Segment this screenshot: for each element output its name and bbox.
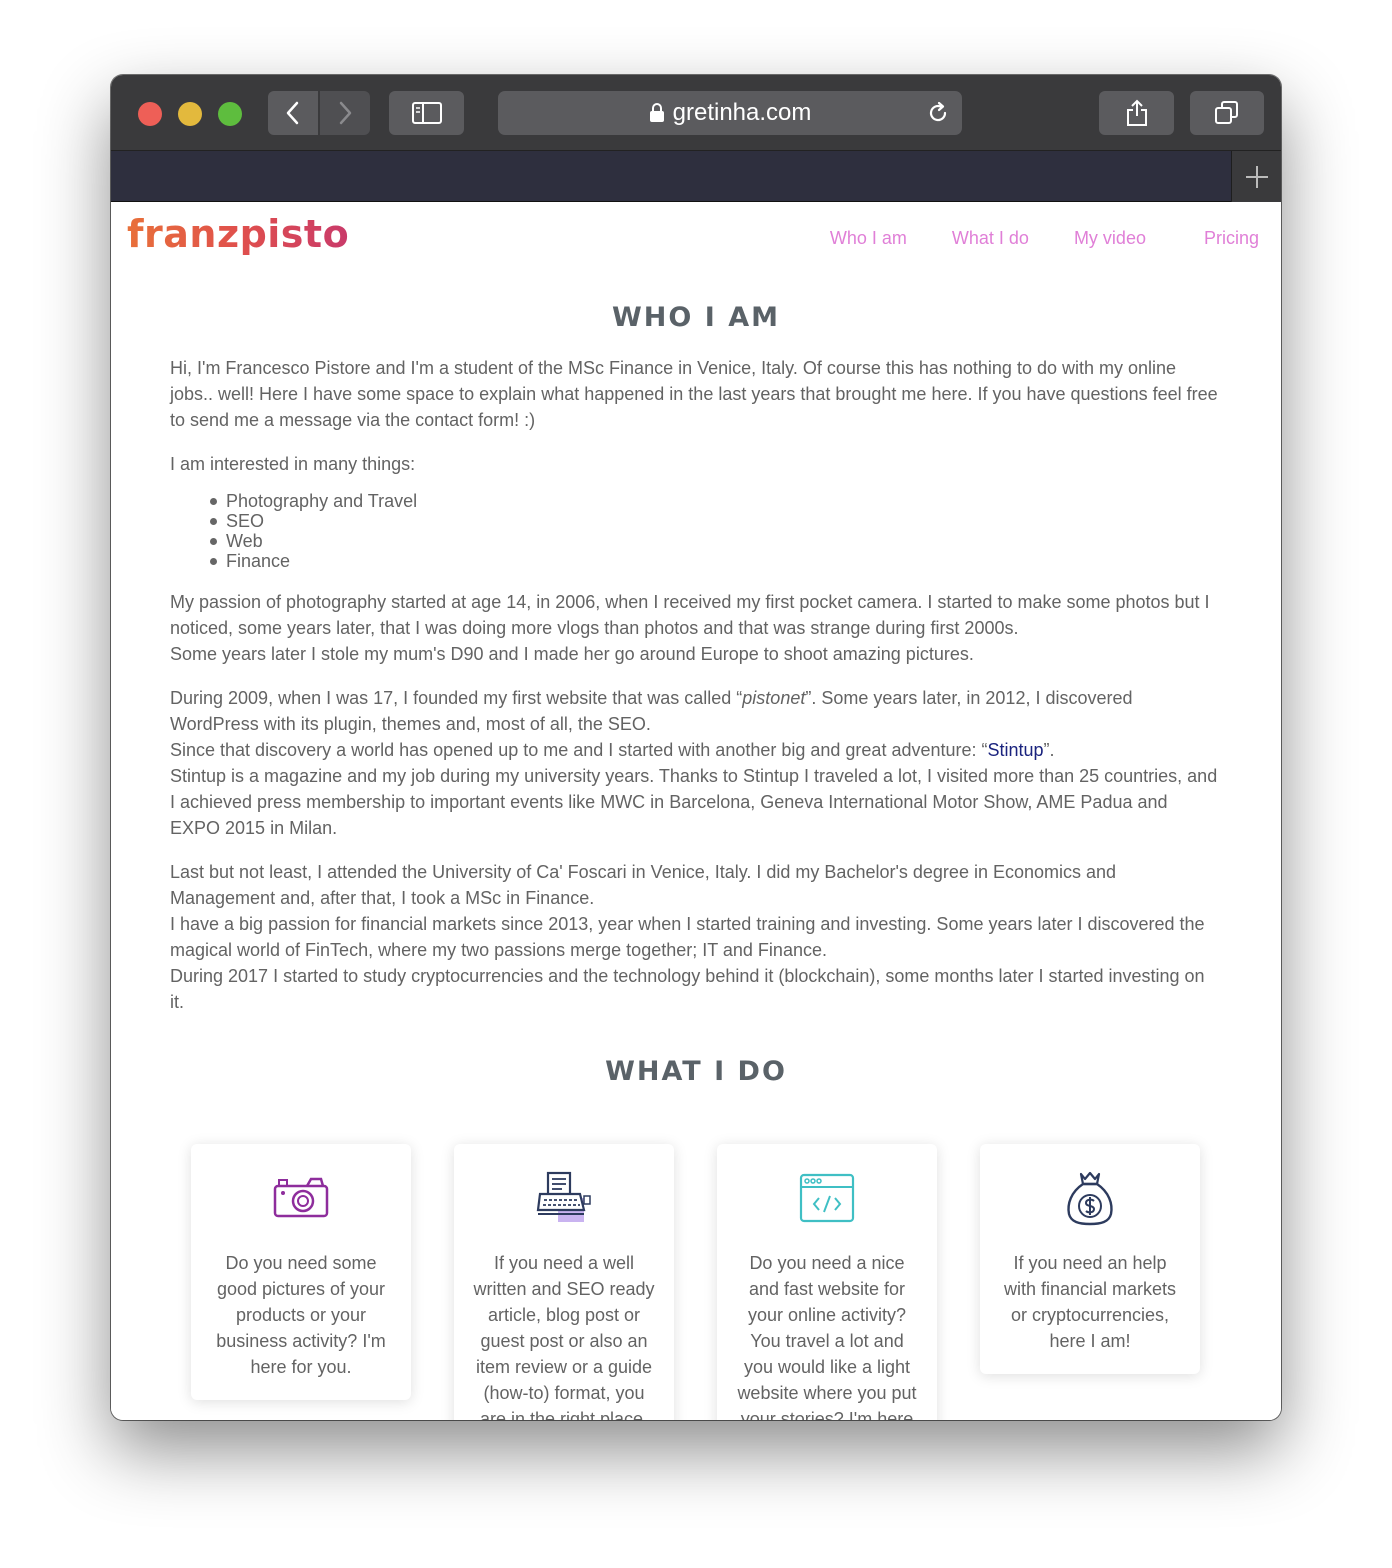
- nav-who-i-am[interactable]: Who I am: [830, 228, 907, 249]
- service-card-finance: If you need an help with financial marke…: [980, 1144, 1200, 1374]
- web-paragraph: During 2009, when I was 17, I founded my…: [170, 685, 1220, 841]
- nav-my-video[interactable]: My video: [1074, 228, 1146, 249]
- list-item: Photography and Travel: [210, 491, 1220, 511]
- chevron-right-icon: [339, 101, 352, 125]
- web-text-3: Stintup is a magazine and my job during …: [170, 766, 1218, 838]
- pistonet-name: pistonet: [742, 688, 806, 708]
- browser-window: gretinha.com franzpisto Who I am What I …: [111, 75, 1281, 1420]
- web-text-2a: Since that discovery a world has opened …: [170, 740, 988, 760]
- tabs-overview-icon: [1215, 101, 1238, 124]
- service-card-web: Do you need a nice and fast website for …: [717, 1144, 937, 1420]
- lock-icon: [649, 103, 664, 122]
- who-i-am-title: WHO I AM: [612, 302, 780, 333]
- who-i-am-content: Hi, I'm Francesco Pistore and I'm a stud…: [170, 355, 1220, 1033]
- card-text: If you need a well written and SEO ready…: [473, 1253, 655, 1420]
- list-item: Finance: [210, 551, 1220, 571]
- card-text: Do you need some good pictures of your p…: [216, 1253, 386, 1377]
- services-cards: Do you need some good pictures of your p…: [191, 1144, 1201, 1420]
- education-text-3: During 2017 I started to study cryptocur…: [170, 966, 1205, 1012]
- card-text: If you need an help with financial marke…: [1003, 1253, 1177, 1351]
- show-tabs-button[interactable]: [1190, 91, 1264, 135]
- service-card-writing: If you need a well written and SEO ready…: [454, 1144, 674, 1420]
- nav-what-i-do[interactable]: What I do: [952, 228, 1029, 249]
- close-window-button[interactable]: [138, 102, 162, 126]
- list-item: Web: [210, 531, 1220, 551]
- chevron-left-icon: [286, 101, 299, 125]
- site-logo[interactable]: franzpisto: [127, 212, 349, 256]
- what-i-do-title: WHAT I DO: [605, 1056, 787, 1087]
- list-item: SEO: [210, 511, 1220, 531]
- money-bag-icon: [1067, 1171, 1113, 1226]
- education-paragraph: Last but not least, I attended the Unive…: [170, 859, 1220, 1015]
- address-bar[interactable]: gretinha.com: [498, 91, 962, 135]
- camera-icon: [273, 1177, 329, 1218]
- interests-list: Photography and Travel SEO Web Finance: [210, 491, 1220, 571]
- zoom-window-button[interactable]: [218, 102, 242, 126]
- browser-toolbar: gretinha.com: [111, 75, 1281, 151]
- reload-icon[interactable]: [926, 101, 950, 125]
- service-card-photography: Do you need some good pictures of your p…: [191, 1144, 411, 1400]
- photography-text-2: Some years later I stole my mum's D90 an…: [170, 644, 974, 664]
- photography-text-1: My passion of photography started at age…: [170, 592, 1210, 638]
- back-button[interactable]: [268, 91, 318, 135]
- code-window-icon: [799, 1173, 855, 1223]
- web-text-2b: ”.: [1043, 740, 1055, 760]
- plus-icon: [1245, 165, 1268, 188]
- photography-paragraph: My passion of photography started at age…: [170, 589, 1220, 667]
- share-button[interactable]: [1099, 91, 1174, 135]
- stintup-link[interactable]: Stintup: [988, 740, 1044, 760]
- new-tab-button[interactable]: [1231, 151, 1281, 202]
- card-text: Do you need a nice and fast website for …: [737, 1253, 917, 1420]
- sidebar-icon: [411, 102, 442, 124]
- sidebar-toggle-button[interactable]: [389, 91, 464, 135]
- typewriter-icon: [536, 1171, 591, 1222]
- url-text: gretinha.com: [672, 99, 812, 126]
- interests-intro: I am interested in many things:: [170, 454, 416, 474]
- site-nav: Who I am What I do My video Pricing: [830, 228, 1259, 249]
- nav-pricing[interactable]: Pricing: [1204, 228, 1259, 249]
- education-text-2: I have a big passion for financial marke…: [170, 914, 1205, 960]
- intro-paragraph: Hi, I'm Francesco Pistore and I'm a stud…: [170, 358, 1218, 430]
- minimize-window-button[interactable]: [178, 102, 202, 126]
- forward-button[interactable]: [320, 91, 370, 135]
- web-text-1a: During 2009, when I was 17, I founded my…: [170, 688, 743, 708]
- education-text-1: Last but not least, I attended the Unive…: [170, 862, 1117, 908]
- tab-bar: [111, 151, 1281, 202]
- web-page: franzpisto Who I am What I do My video P…: [111, 202, 1281, 1420]
- share-icon: [1126, 99, 1147, 126]
